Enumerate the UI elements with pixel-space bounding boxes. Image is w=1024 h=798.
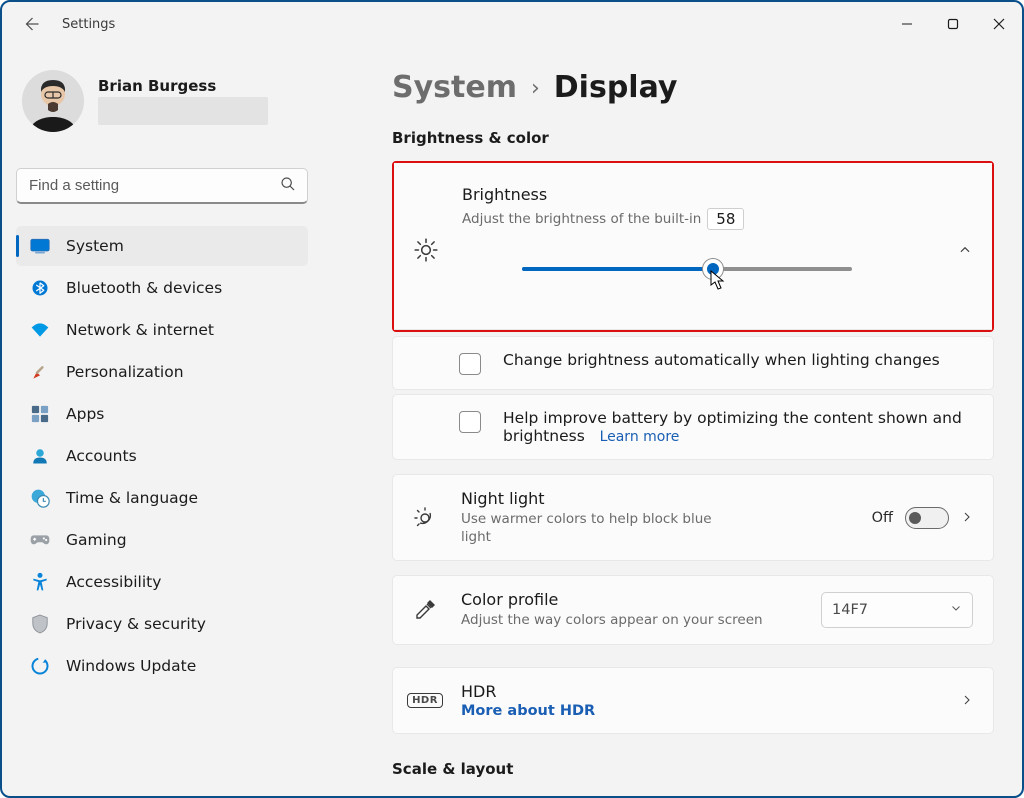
titlebar: Settings [2,2,1022,46]
brightness-title: Brightness [462,185,936,204]
section-brightness-color: Brightness & color [392,129,994,147]
hdr-card[interactable]: HDR HDR More about HDR [392,667,994,734]
color-profile-subtitle: Adjust the way colors appear on your scr… [461,611,799,629]
night-light-title: Night light [461,489,850,508]
night-light-toggle[interactable] [905,507,949,529]
collapse-chevron-icon[interactable] [958,243,972,257]
nav-label: Privacy & security [66,615,206,633]
nav-item-accounts[interactable]: Accounts [16,436,308,476]
close-button[interactable] [976,8,1022,40]
nav-item-privacy[interactable]: Privacy & security [16,604,308,644]
night-light-subtitle: Use warmer colors to help block blue lig… [461,510,741,546]
window-controls [884,8,1022,40]
system-icon [30,236,50,256]
update-icon [30,656,50,676]
nav-item-personalization[interactable]: Personalization [16,352,308,392]
nav-label: Bluetooth & devices [66,279,222,297]
section-scale-layout: Scale & layout [392,760,994,778]
brightness-card[interactable]: Brightness Adjust the brightness of the … [394,163,992,330]
nav-label: Accounts [66,447,137,465]
auto-brightness-checkbox[interactable] [459,353,481,375]
brightness-subtitle: Adjust the brightness of the built-in [462,210,701,228]
night-light-card[interactable]: Night light Use warmer colors to help bl… [392,474,994,561]
nav-label: Windows Update [66,657,196,675]
user-profile[interactable]: Brian Burgess [16,64,308,132]
battery-opt-label: Help improve battery by optimizing the c… [503,409,962,445]
accessibility-icon [30,572,50,592]
clock-globe-icon [30,488,50,508]
page-title: Display [554,70,678,105]
apps-icon [30,404,50,424]
hdr-icon: HDR [411,693,439,708]
nav-item-apps[interactable]: Apps [16,394,308,434]
bluetooth-icon [30,278,50,298]
brightness-slider[interactable] [522,260,852,278]
color-profile-dropdown[interactable]: 14F7 [821,592,973,628]
night-light-icon [411,506,439,530]
auto-brightness-label: Change brightness automatically when lig… [503,351,940,369]
wifi-icon [30,320,50,340]
nav-item-update[interactable]: Windows Update [16,646,308,686]
nav-label: Network & internet [66,321,214,339]
brightness-value-tooltip: 58 [707,208,744,230]
search-icon [280,176,296,196]
person-icon [30,446,50,466]
eyedropper-icon [411,598,439,622]
sidebar: Brian Burgess System [2,46,322,796]
auto-brightness-row[interactable]: Change brightness automatically when lig… [392,336,994,390]
color-profile-value: 14F7 [832,602,868,618]
learn-more-link[interactable]: Learn more [600,429,680,445]
nav-label: System [66,237,124,255]
hdr-link[interactable]: More about HDR [461,703,939,719]
hdr-title: HDR [461,682,939,701]
settings-window: Settings [0,0,1024,798]
sun-icon [412,237,440,263]
night-light-state: Off [872,510,893,526]
shield-icon [30,614,50,634]
color-profile-card[interactable]: Color profile Adjust the way colors appe… [392,575,994,644]
user-name: Brian Burgess [98,77,268,95]
nav-item-gaming[interactable]: Gaming [16,520,308,560]
nav-label: Time & language [66,489,198,507]
back-button[interactable] [18,11,44,37]
user-email-placeholder [98,97,268,125]
brightness-highlight-box: Brightness Adjust the brightness of the … [392,161,994,332]
battery-opt-row[interactable]: Help improve battery by optimizing the c… [392,394,994,460]
nav-item-system[interactable]: System [16,226,308,266]
maximize-button[interactable] [930,8,976,40]
nav-item-bluetooth[interactable]: Bluetooth & devices [16,268,308,308]
nav-label: Apps [66,405,104,423]
minimize-button[interactable] [884,8,930,40]
chevron-down-icon [950,602,962,618]
nav-label: Gaming [66,531,127,549]
nav-item-network[interactable]: Network & internet [16,310,308,350]
chevron-right-icon: › [531,76,540,101]
nav-label: Personalization [66,363,184,381]
breadcrumb: System › Display [392,70,994,105]
app-title: Settings [62,17,115,32]
paintbrush-icon [30,362,50,382]
color-profile-title: Color profile [461,590,799,609]
search-input[interactable] [16,168,308,204]
battery-opt-checkbox[interactable] [459,411,481,433]
cursor-icon [710,270,728,296]
content-area: System › Display Brightness & color Brig… [322,46,1022,796]
breadcrumb-parent[interactable]: System [392,70,517,105]
nav-list: System Bluetooth & devices Network & int… [16,226,308,686]
gamepad-icon [30,530,50,550]
nav-item-accessibility[interactable]: Accessibility [16,562,308,602]
nav-label: Accessibility [66,573,161,591]
nav-item-time[interactable]: Time & language [16,478,308,518]
chevron-right-icon[interactable] [961,691,973,710]
avatar [22,70,84,132]
chevron-right-icon[interactable] [961,508,973,527]
